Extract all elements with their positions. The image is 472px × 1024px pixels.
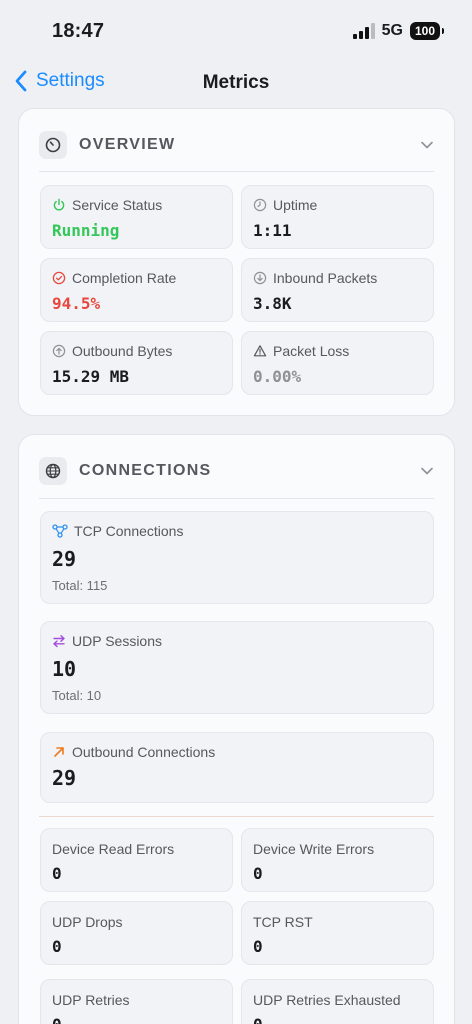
connections-title: CONNECTIONS — [79, 462, 212, 479]
tcp-connections-tile: TCP Connections 29 Total: 115 — [40, 511, 434, 604]
connections-card: CONNECTIONS TCP Connections 29 Total: 11… — [18, 434, 455, 1024]
network-type: 5G — [381, 22, 403, 39]
packet-loss-value: 0.00% — [253, 367, 302, 386]
status-bar: 18:47 5G 100 — [0, 0, 472, 58]
udp-retries-tile: UDP Retries 0 — [40, 979, 233, 1024]
tcp-connections-total: Total: 115 — [52, 578, 108, 593]
device-write-errors-tile: Device Write Errors 0 — [241, 828, 434, 892]
tcp-connections-value: 29 — [52, 547, 77, 571]
outbound-connections-value: 29 — [52, 766, 77, 790]
service-status-value: Running — [52, 221, 120, 240]
status-time: 18:47 — [52, 20, 105, 42]
chevron-down-icon[interactable] — [420, 464, 434, 478]
udp-retries-value: 0 — [52, 1015, 62, 1024]
outbound-bytes-tile: Outbound Bytes 15.29 MB — [40, 331, 233, 395]
page-title: Metrics — [202, 72, 270, 93]
inbound-packets-value: 3.8K — [253, 294, 292, 313]
tile-label: Service Status — [72, 197, 163, 213]
device-read-errors-value: 0 — [52, 864, 62, 883]
uptime-value: 1:11 — [253, 221, 292, 240]
battery-icon: 100 — [409, 22, 445, 40]
tile-label: Uptime — [273, 197, 318, 213]
divider — [39, 498, 434, 499]
status-icons: 5G 100 — [352, 22, 445, 40]
globe-icon — [39, 457, 67, 485]
device-read-errors-tile: Device Read Errors 0 — [40, 828, 233, 892]
tile-label: Outbound Bytes — [72, 343, 173, 359]
power-icon — [53, 198, 65, 211]
tile-label: UDP Drops — [52, 914, 123, 930]
arrow-up-right-icon — [54, 747, 64, 757]
udp-retries-exhausted-value: 0 — [253, 1015, 263, 1024]
checkmark-circle-icon — [52, 271, 66, 285]
tile-label: UDP Retries Exhausted — [253, 992, 401, 1008]
udp-drops-tile: UDP Drops 0 — [40, 901, 233, 965]
udp-retries-exhausted-tile: UDP Retries Exhausted 0 — [241, 979, 434, 1024]
tile-label: UDP Retries — [52, 992, 130, 1008]
divider — [39, 816, 434, 817]
arrow-up-circle-icon — [52, 344, 66, 358]
overview-title: OVERVIEW — [79, 136, 176, 153]
overview-card: OVERVIEW Service Status Running Uptime 1… — [18, 108, 455, 416]
service-status-tile: Service Status Running — [40, 185, 233, 249]
tile-label: TCP Connections — [74, 523, 184, 539]
tile-label: Inbound Packets — [273, 270, 378, 286]
arrow-down-circle-icon — [253, 271, 267, 285]
inbound-packets-tile: Inbound Packets 3.8K — [241, 258, 434, 322]
arrows-swap-icon — [53, 635, 65, 648]
network-nodes-icon — [52, 524, 68, 538]
completion-rate-value: 94.5% — [52, 294, 101, 313]
navigation-bar: Settings Metrics — [0, 62, 472, 106]
overview-header[interactable]: OVERVIEW — [39, 129, 434, 161]
uptime-tile: Uptime 1:11 — [241, 185, 434, 249]
divider — [39, 171, 434, 172]
udp-drops-value: 0 — [52, 937, 62, 956]
tile-label: Packet Loss — [273, 343, 350, 359]
tile-label: Device Write Errors — [253, 841, 375, 857]
tile-label: Device Read Errors — [52, 841, 175, 857]
tile-label: UDP Sessions — [72, 633, 163, 649]
connections-header[interactable]: CONNECTIONS — [39, 455, 434, 487]
tile-label: Outbound Connections — [72, 744, 216, 760]
outbound-bytes-value: 15.29 MB — [52, 367, 130, 386]
tile-label: Completion Rate — [72, 270, 177, 286]
udp-sessions-tile: UDP Sessions 10 Total: 10 — [40, 621, 434, 714]
clock-icon — [253, 198, 267, 212]
completion-rate-tile: Completion Rate 94.5% — [40, 258, 233, 322]
tcp-rst-value: 0 — [253, 937, 263, 956]
tile-label: TCP RST — [253, 914, 313, 930]
tcp-rst-tile: TCP RST 0 — [241, 901, 434, 965]
udp-sessions-total: Total: 10 — [52, 688, 102, 703]
gauge-icon — [39, 131, 67, 159]
packet-loss-tile: Packet Loss 0.00% — [241, 331, 434, 395]
warning-triangle-icon — [253, 345, 267, 357]
device-write-errors-value: 0 — [253, 864, 263, 883]
udp-sessions-value: 10 — [52, 657, 77, 681]
chevron-down-icon[interactable] — [420, 138, 434, 152]
outbound-connections-tile: Outbound Connections 29 — [40, 732, 434, 803]
signal-icon — [352, 23, 375, 39]
